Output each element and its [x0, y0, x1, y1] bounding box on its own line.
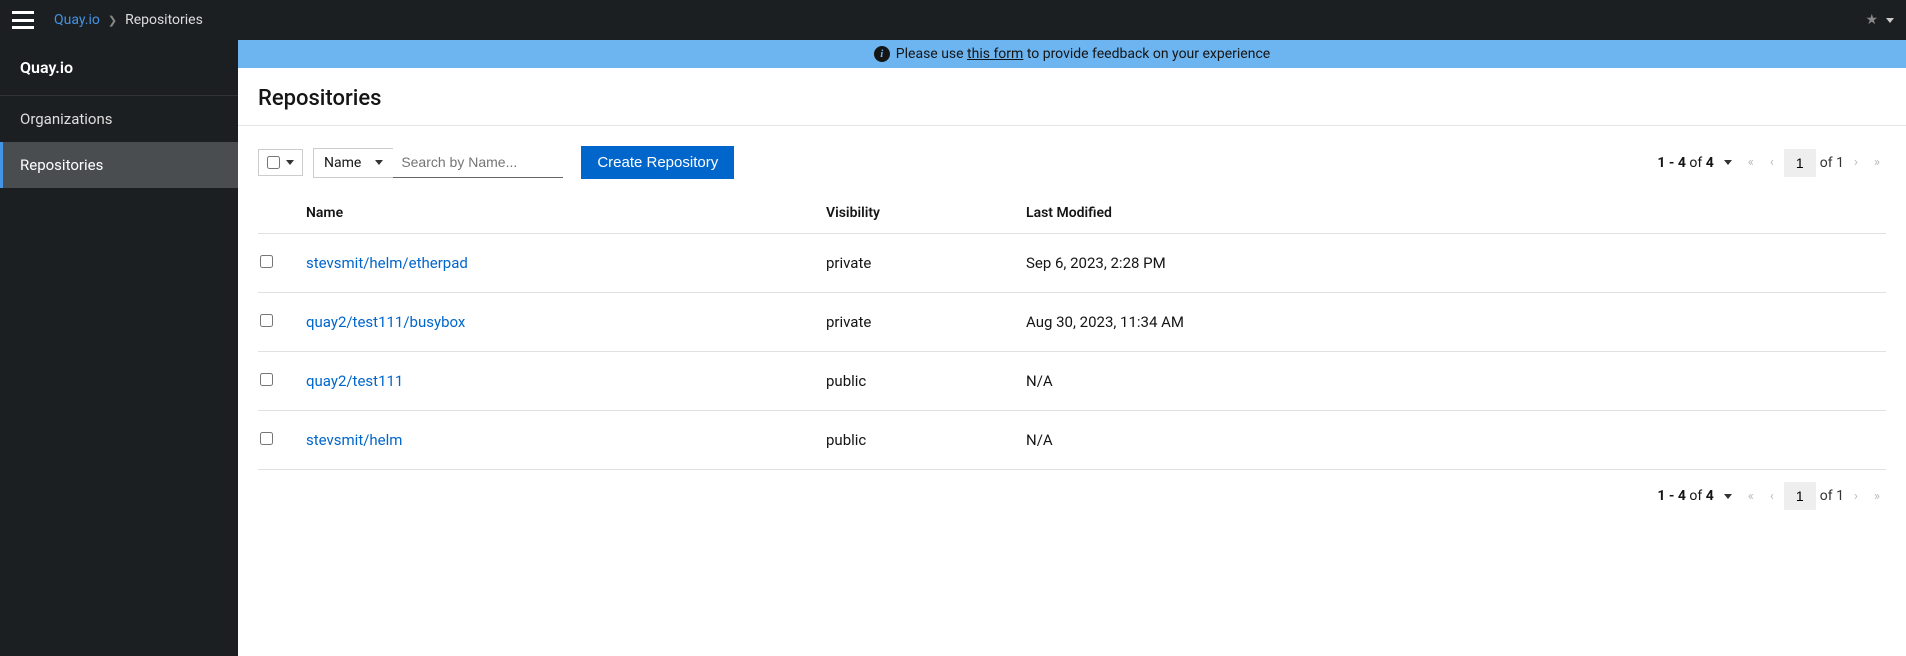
repo-link[interactable]: stevsmit/helm/etherpad: [306, 254, 468, 272]
star-icon[interactable]: ★: [1865, 12, 1878, 28]
repo-visibility: private: [818, 293, 1018, 352]
repo-last-modified: N/A: [1018, 411, 1886, 470]
column-header-last-modified[interactable]: Last Modified: [1018, 193, 1886, 234]
pagination-range-dropdown[interactable]: 1 - 4 of 4: [1657, 488, 1731, 504]
hamburger-menu-icon[interactable]: [12, 11, 34, 29]
sidebar-item-organizations[interactable]: Organizations: [0, 96, 238, 142]
create-repository-button[interactable]: Create Repository: [581, 146, 734, 179]
breadcrumb-current: Repositories: [125, 12, 203, 28]
filter-field-label: Name: [324, 155, 361, 171]
repo-visibility: private: [818, 234, 1018, 293]
notice-prefix: Please use: [896, 46, 964, 62]
pagination-prev-button[interactable]: ‹: [1764, 151, 1780, 174]
caret-down-icon: [286, 160, 294, 165]
main-content: i Please use this form to provide feedba…: [238, 40, 1906, 656]
repositories-table: Name Visibility Last Modified stevsmit/h…: [258, 193, 1886, 470]
pagination-next-button[interactable]: ›: [1848, 485, 1864, 508]
search-input[interactable]: [393, 148, 563, 178]
filter-field-dropdown[interactable]: Name: [313, 148, 393, 178]
table-row: quay2/test111/busybox private Aug 30, 20…: [258, 293, 1886, 352]
pagination-first-button[interactable]: «: [1742, 485, 1760, 508]
breadcrumb-root-link[interactable]: Quay.io: [54, 12, 100, 28]
feedback-form-link[interactable]: this form: [967, 46, 1023, 62]
row-checkbox[interactable]: [260, 255, 273, 268]
row-checkbox[interactable]: [260, 373, 273, 386]
repo-last-modified: Sep 6, 2023, 2:28 PM: [1018, 234, 1886, 293]
pagination-page-input[interactable]: [1784, 482, 1816, 510]
column-header-name[interactable]: Name: [298, 193, 818, 234]
pagination-top: 1 - 4 of 4 « ‹ of 1 ›: [1657, 149, 1886, 177]
pagination-of: of: [1689, 155, 1702, 171]
repo-last-modified: N/A: [1018, 352, 1886, 411]
pagination-total: 4: [1706, 155, 1714, 171]
sidebar-title: Quay.io: [0, 40, 238, 96]
caret-down-icon: [1724, 160, 1732, 165]
repo-last-modified: Aug 30, 2023, 11:34 AM: [1018, 293, 1886, 352]
column-header-visibility[interactable]: Visibility: [818, 193, 1018, 234]
pagination-last-button[interactable]: »: [1868, 151, 1886, 174]
pagination-total-pages: 1: [1836, 488, 1844, 504]
notice-suffix: to provide feedback on your experience: [1027, 46, 1270, 62]
table-row: stevsmit/helm/etherpad private Sep 6, 20…: [258, 234, 1886, 293]
pagination-total-pages: 1: [1836, 155, 1844, 171]
pagination-of: of: [1689, 488, 1702, 504]
breadcrumb: Quay.io ❯ Repositories: [54, 12, 203, 28]
repo-link[interactable]: stevsmit/helm: [306, 431, 402, 449]
toolbar: Name Create Repository 1 - 4 of 4: [258, 146, 1886, 193]
divider: [238, 125, 1906, 126]
select-all-checkbox[interactable]: [267, 156, 280, 169]
pagination-total: 4: [1706, 488, 1714, 504]
pagination-bottom: 1 - 4 of 4 « ‹ of 1 ›: [1657, 482, 1886, 510]
row-checkbox[interactable]: [260, 432, 273, 445]
info-icon: i: [874, 46, 890, 62]
caret-down-icon: [375, 160, 383, 165]
sidebar: Quay.io Organizations Repositories: [0, 40, 238, 656]
repo-visibility: public: [818, 411, 1018, 470]
repo-link[interactable]: quay2/test111/busybox: [306, 313, 465, 331]
pagination-prev-button[interactable]: ‹: [1764, 485, 1780, 508]
repo-link[interactable]: quay2/test111: [306, 372, 403, 390]
pagination-last-button[interactable]: »: [1868, 485, 1886, 508]
pagination-first-button[interactable]: «: [1742, 151, 1760, 174]
row-checkbox[interactable]: [260, 314, 273, 327]
page-title: Repositories: [258, 86, 1886, 125]
pagination-range: 1 - 4: [1657, 155, 1686, 171]
pagination-page-input[interactable]: [1784, 149, 1816, 177]
table-row: quay2/test111 public N/A: [258, 352, 1886, 411]
caret-down-icon: [1724, 494, 1732, 499]
sidebar-item-repositories[interactable]: Repositories: [0, 142, 238, 188]
top-bar: Quay.io ❯ Repositories ★: [0, 0, 1906, 40]
top-menu-caret-icon[interactable]: [1886, 18, 1894, 23]
table-row: stevsmit/helm public N/A: [258, 411, 1886, 470]
pagination-of-pages: of: [1820, 488, 1833, 504]
chevron-right-icon: ❯: [108, 14, 117, 27]
select-all-dropdown[interactable]: [258, 149, 303, 176]
repo-visibility: public: [818, 352, 1018, 411]
pagination-range-dropdown[interactable]: 1 - 4 of 4: [1657, 155, 1731, 171]
feedback-notice: i Please use this form to provide feedba…: [238, 40, 1906, 68]
pagination-range: 1 - 4: [1657, 488, 1686, 504]
pagination-of-pages: of: [1820, 155, 1833, 171]
pagination-next-button[interactable]: ›: [1848, 151, 1864, 174]
